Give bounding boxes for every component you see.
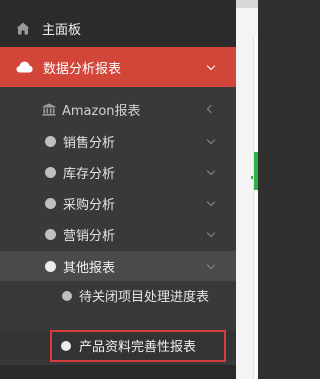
chevron-down-icon [206, 166, 216, 176]
content-panel-edge [253, 35, 258, 379]
content-area-edge [236, 0, 258, 379]
sidebar-item-label: 库存分析 [63, 166, 116, 182]
sidebar-item-label: Amazon报表 [62, 103, 141, 119]
sidebar-footer [0, 365, 236, 379]
chevron-down-icon [206, 228, 216, 238]
sidebar-item-pending-close-progress[interactable]: 待关闭项目处理进度表 [0, 286, 236, 326]
sidebar-item-data-analysis[interactable]: 数据分析报表 [0, 47, 236, 87]
chevron-down-icon [206, 135, 216, 145]
circle-icon [45, 260, 56, 272]
sidebar-item-sales-analysis[interactable]: 销售分析 [0, 128, 236, 154]
sidebar-item-other-reports[interactable]: 其他报表 [0, 251, 236, 281]
circle-icon [45, 228, 56, 240]
circle-icon [45, 135, 56, 147]
chevron-down-icon [206, 61, 216, 71]
chevron-left-icon [206, 104, 216, 114]
sidebar-item-label: 数据分析报表 [43, 61, 122, 77]
sidebar: 主面板 数据分析报表 Amazon报表 销售分析 库存分析 采购分析 营销分析 … [0, 0, 236, 379]
sidebar-item-amazon-report[interactable]: Amazon报表 [0, 95, 236, 123]
sidebar-item-label: 销售分析 [63, 135, 116, 151]
screen: 主面板 数据分析报表 Amazon报表 销售分析 库存分析 采购分析 营销分析 … [0, 0, 258, 379]
home-icon [16, 22, 30, 35]
bank-icon [42, 103, 56, 116]
chevron-down-icon [206, 260, 216, 270]
sidebar-item-label: 营销分析 [63, 228, 116, 244]
sidebar-item-label: 待关闭项目处理进度表 [79, 290, 210, 305]
circle-icon [45, 197, 56, 209]
top-bar-edge [236, 0, 258, 8]
sidebar-item-label: 其他报表 [63, 260, 116, 276]
sidebar-item-label: 主面板 [42, 22, 82, 38]
circle-icon [45, 166, 56, 178]
sidebar-item-dashboard[interactable]: 主面板 [0, 14, 236, 42]
green-accent-mark [251, 176, 253, 179]
cloud-icon [16, 61, 33, 73]
circle-icon [61, 340, 71, 351]
sidebar-item-inventory-analysis[interactable]: 库存分析 [0, 159, 236, 185]
chevron-down-icon [206, 197, 216, 207]
sidebar-item-label: 产品资料完善性报表 [79, 340, 197, 355]
sidebar-item-marketing-analysis[interactable]: 营销分析 [0, 221, 236, 247]
green-accent-bar [254, 152, 258, 190]
sidebar-item-product-completeness-report[interactable]: 产品资料完善性报表 [0, 331, 236, 360]
sidebar-item-purchase-analysis[interactable]: 采购分析 [0, 190, 236, 216]
sidebar-item-label: 采购分析 [63, 197, 116, 213]
